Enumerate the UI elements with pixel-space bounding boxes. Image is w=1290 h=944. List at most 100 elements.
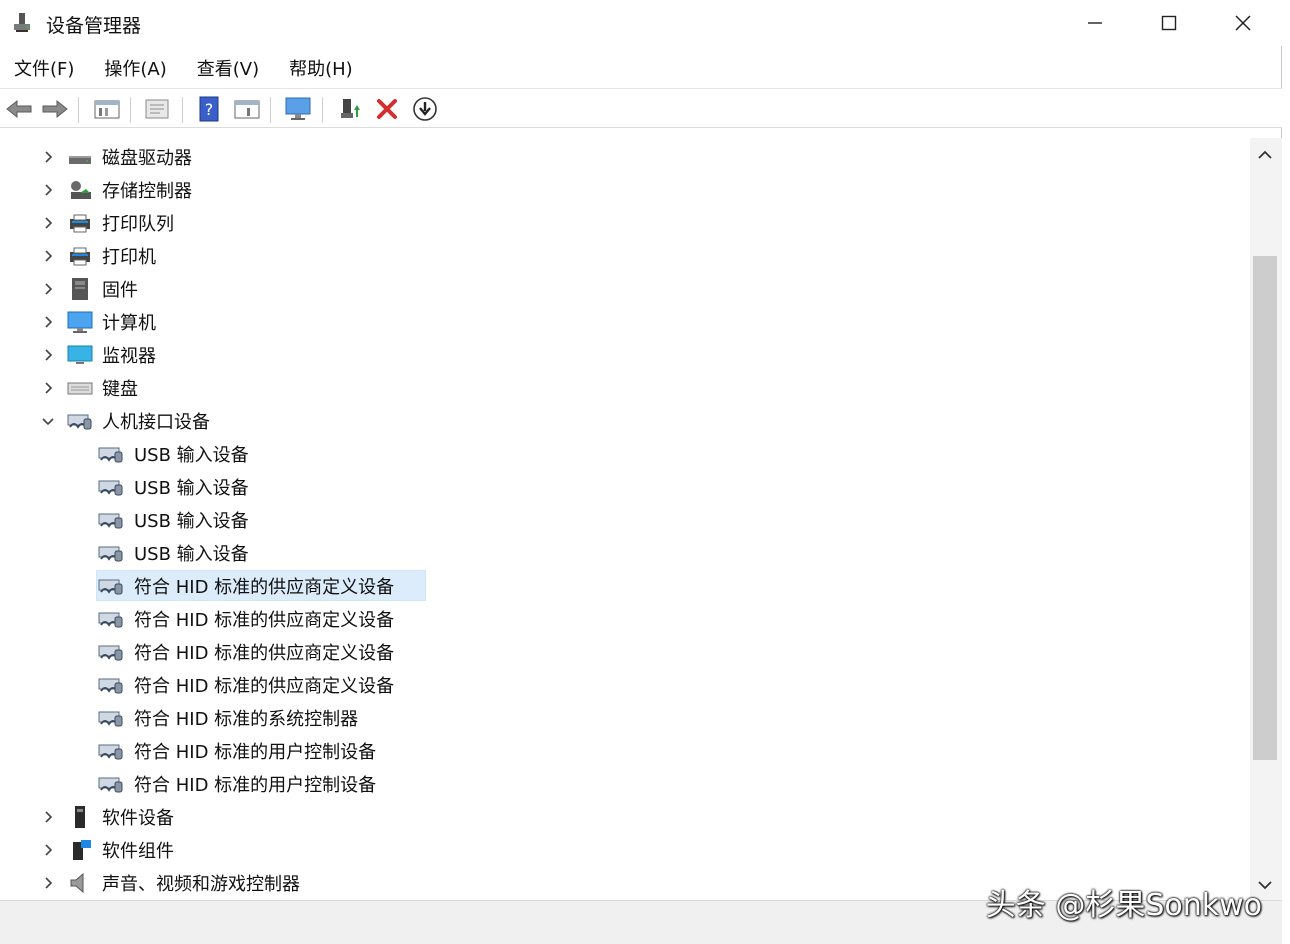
menu-file[interactable]: 文件(F) bbox=[0, 55, 88, 81]
tree-device[interactable]: USB 输入设备 bbox=[0, 503, 1250, 536]
chevron-right-icon[interactable] bbox=[41, 216, 55, 230]
tree-category[interactable]: 键盘 bbox=[0, 371, 1250, 404]
tree-item-label: 磁盘驱动器 bbox=[102, 148, 192, 169]
device-manager-window: 设备管理器 文件(F) 操作(A) 查看(V) 帮助(H) ? 磁盘驱动器 存储… bbox=[0, 0, 1282, 944]
hid-icon bbox=[98, 772, 124, 796]
tree-item-label: 符合 HID 标准的系统控制器 bbox=[134, 709, 359, 730]
tree-device[interactable]: 符合 HID 标准的用户控制设备 bbox=[0, 767, 1250, 800]
enable-button[interactable] bbox=[410, 94, 440, 124]
device-tree[interactable]: 磁盘驱动器存储控制器打印队列打印机固件计算机监视器键盘人机接口设备 USB 输入设… bbox=[0, 138, 1250, 900]
update-driver-icon bbox=[341, 99, 360, 118]
tree-category[interactable]: 人机接口设备 bbox=[0, 404, 1250, 437]
keyboard-icon bbox=[67, 376, 93, 400]
help-button[interactable]: ? bbox=[194, 94, 224, 124]
hid-icon bbox=[98, 541, 124, 565]
chevron-right-icon[interactable] bbox=[41, 348, 55, 362]
computer-icon bbox=[67, 310, 93, 334]
tree-item-label: 存储控制器 bbox=[102, 181, 192, 202]
hid-icon bbox=[98, 574, 124, 598]
chevron-down-icon[interactable] bbox=[41, 414, 55, 428]
chevron-right-icon[interactable] bbox=[41, 381, 55, 395]
menu-help[interactable]: 帮助(H) bbox=[275, 55, 367, 81]
update-driver-button[interactable] bbox=[335, 94, 365, 124]
tree-device[interactable]: 符合 HID 标准的供应商定义设备 bbox=[0, 635, 1250, 668]
tree-category[interactable]: 计算机 bbox=[0, 305, 1250, 338]
monitor-scan-icon bbox=[285, 97, 311, 120]
details-button[interactable] bbox=[232, 94, 262, 124]
tree-category[interactable]: 固件 bbox=[0, 272, 1250, 305]
tree-item-label: 符合 HID 标准的供应商定义设备 bbox=[134, 610, 395, 631]
chevron-right-icon[interactable] bbox=[41, 183, 55, 197]
tree-item-label: 符合 HID 标准的用户控制设备 bbox=[134, 775, 377, 796]
tree-category[interactable]: 监视器 bbox=[0, 338, 1250, 371]
hid-icon bbox=[98, 475, 124, 499]
tree-category[interactable]: 打印机 bbox=[0, 239, 1250, 272]
minimize-button[interactable] bbox=[1058, 0, 1132, 46]
tree-item-label: 符合 HID 标准的用户控制设备 bbox=[134, 742, 377, 763]
close-button[interactable] bbox=[1206, 0, 1280, 46]
scrollbar-thumb[interactable] bbox=[1253, 256, 1277, 760]
properties-icon bbox=[94, 100, 120, 119]
maximize-button[interactable] bbox=[1132, 0, 1206, 46]
maximize-icon bbox=[1161, 15, 1177, 31]
chevron-right-icon[interactable] bbox=[41, 150, 55, 164]
chevron-right-icon[interactable] bbox=[41, 315, 55, 329]
chevron-right-icon[interactable] bbox=[41, 249, 55, 263]
tree-item-label: 监视器 bbox=[102, 346, 156, 367]
title-bar[interactable]: 设备管理器 bbox=[0, 0, 1282, 46]
window-title: 设备管理器 bbox=[46, 15, 142, 37]
software-device-icon bbox=[67, 805, 93, 829]
hid-icon bbox=[67, 409, 93, 433]
tree-category[interactable]: 磁盘驱动器 bbox=[0, 140, 1250, 173]
toolbar: ? bbox=[0, 88, 1282, 128]
menu-bar: 文件(F) 操作(A) 查看(V) 帮助(H) bbox=[0, 50, 1282, 86]
menu-view[interactable]: 查看(V) bbox=[183, 55, 273, 81]
toolbar-separator bbox=[270, 97, 271, 123]
hid-icon bbox=[98, 640, 124, 664]
uninstall-icon bbox=[377, 99, 397, 119]
view-icon bbox=[145, 99, 169, 119]
view-button[interactable] bbox=[142, 94, 172, 124]
tree-device[interactable]: USB 输入设备 bbox=[0, 536, 1250, 569]
tree-item-label: 固件 bbox=[102, 280, 138, 301]
monitor-icon bbox=[67, 343, 93, 367]
tree-category[interactable]: 打印队列 bbox=[0, 206, 1250, 239]
chevron-right-icon[interactable] bbox=[41, 282, 55, 296]
firmware-icon bbox=[67, 277, 93, 301]
tree-item-label: 计算机 bbox=[102, 313, 156, 334]
tree-category[interactable]: 软件设备 bbox=[0, 800, 1250, 833]
forward-button[interactable] bbox=[40, 94, 70, 124]
menu-action[interactable]: 操作(A) bbox=[90, 55, 180, 81]
tree-item-label: 软件设备 bbox=[102, 808, 174, 829]
tree-item-label: 人机接口设备 bbox=[102, 412, 210, 433]
chevron-right-icon[interactable] bbox=[41, 843, 55, 857]
tree-item-label: 打印队列 bbox=[102, 214, 174, 235]
tree-category[interactable]: 软件组件 bbox=[0, 833, 1250, 866]
tree-item-label: USB 输入设备 bbox=[134, 511, 249, 532]
toolbar-separator bbox=[182, 97, 183, 123]
chevron-right-icon[interactable] bbox=[41, 810, 55, 824]
tree-device[interactable]: 符合 HID 标准的供应商定义设备 bbox=[0, 569, 1250, 602]
back-arrow-icon bbox=[6, 99, 32, 119]
svg-text:?: ? bbox=[205, 100, 214, 119]
print-queue-icon bbox=[67, 211, 93, 235]
uninstall-button[interactable] bbox=[372, 94, 402, 124]
tree-device[interactable]: 符合 HID 标准的供应商定义设备 bbox=[0, 602, 1250, 635]
hid-icon bbox=[98, 706, 124, 730]
tree-category[interactable]: 存储控制器 bbox=[0, 173, 1250, 206]
tree-device[interactable]: 符合 HID 标准的系统控制器 bbox=[0, 701, 1250, 734]
tree-device[interactable]: 符合 HID 标准的用户控制设备 bbox=[0, 734, 1250, 767]
scroll-up-button[interactable] bbox=[1252, 142, 1278, 168]
scan-hardware-button[interactable] bbox=[283, 94, 313, 124]
help-icon: ? bbox=[199, 96, 219, 122]
tree-device[interactable]: USB 输入设备 bbox=[0, 470, 1250, 503]
tree-device[interactable]: USB 输入设备 bbox=[0, 437, 1250, 470]
properties-button[interactable] bbox=[92, 94, 122, 124]
hid-icon bbox=[98, 508, 124, 532]
tree-item-label: 符合 HID 标准的供应商定义设备 bbox=[134, 676, 395, 697]
tree-item-label: 软件组件 bbox=[102, 841, 174, 862]
back-button[interactable] bbox=[4, 94, 34, 124]
toolbar-separator bbox=[130, 97, 131, 123]
chevron-right-icon[interactable] bbox=[41, 876, 55, 890]
tree-device[interactable]: 符合 HID 标准的供应商定义设备 bbox=[0, 668, 1250, 701]
